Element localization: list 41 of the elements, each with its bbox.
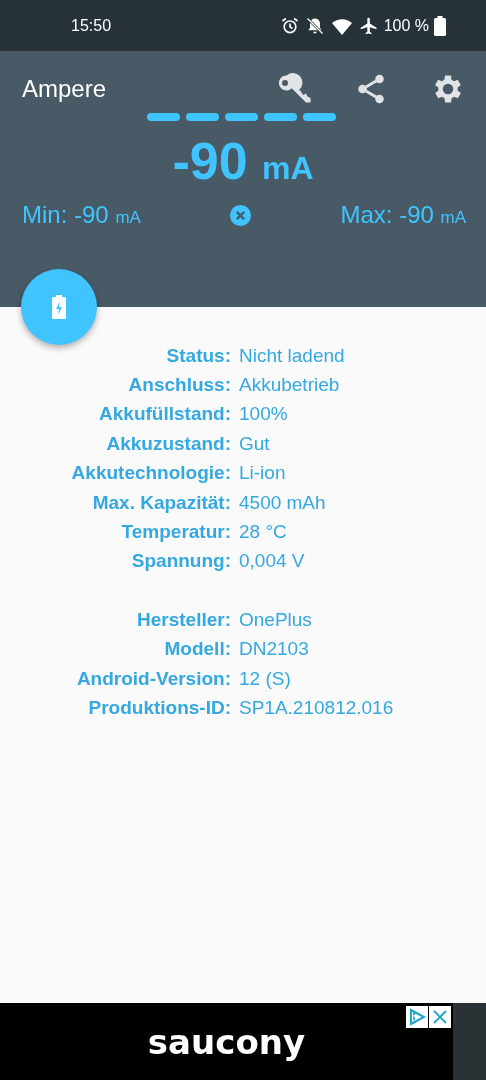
info-label: Temperatur: xyxy=(120,521,232,544)
info-label: Max. Kapazität: xyxy=(91,491,232,514)
muted-bell-icon xyxy=(304,15,325,36)
battery-icon xyxy=(434,15,446,36)
info-label: Spannung: xyxy=(130,550,232,573)
info-value: 28 °C xyxy=(239,521,287,544)
info-value: Akkubetrieb xyxy=(239,374,340,397)
ad-banner[interactable]: saucony xyxy=(0,1003,486,1080)
info-label: Anschluss: xyxy=(127,374,232,397)
info-value: 0,004 V xyxy=(239,550,305,573)
status-time: 15:50 xyxy=(71,16,112,35)
ad-info-icon[interactable] xyxy=(406,1006,428,1028)
ad-brand: saucony xyxy=(147,1021,306,1062)
info-label: Modell: xyxy=(163,638,232,661)
info-value: 4500 mAh xyxy=(239,491,326,514)
battery-charging-icon xyxy=(52,295,66,319)
app-title: Ampere xyxy=(22,75,107,103)
max-reading: Max: -90 mA xyxy=(340,201,466,229)
info-value: DN2103 xyxy=(239,638,309,661)
info-label: Produktions-ID: xyxy=(87,697,232,719)
current-reading: -90 mA xyxy=(172,135,314,187)
info-value: Gut xyxy=(239,432,270,455)
info-label: Status: xyxy=(165,344,232,367)
info-value: Li-ion xyxy=(239,462,286,485)
airplane-icon xyxy=(358,15,379,36)
battery-percent: 100 % xyxy=(383,16,429,35)
info-value: 100% xyxy=(239,403,288,426)
info-label: Android-Version: xyxy=(75,667,232,690)
info-value: SP1A.210812.016 xyxy=(239,697,394,719)
info-label: Akkuzustand: xyxy=(105,432,232,455)
battery-fab[interactable] xyxy=(21,269,97,345)
close-icon[interactable] xyxy=(429,1006,451,1028)
alarm-icon xyxy=(279,15,300,36)
info-value: OnePlus xyxy=(239,608,312,631)
info-label: Akkutechnologie: xyxy=(70,462,232,485)
info-value: Nicht ladend xyxy=(239,344,345,367)
min-reading: Min: -90 mA xyxy=(22,201,141,229)
info-value: 12 (S) xyxy=(239,667,291,690)
info-label: Akkufüllstand: xyxy=(98,403,232,426)
reset-icon[interactable] xyxy=(230,204,252,226)
info-label: Hersteller: xyxy=(136,608,232,631)
